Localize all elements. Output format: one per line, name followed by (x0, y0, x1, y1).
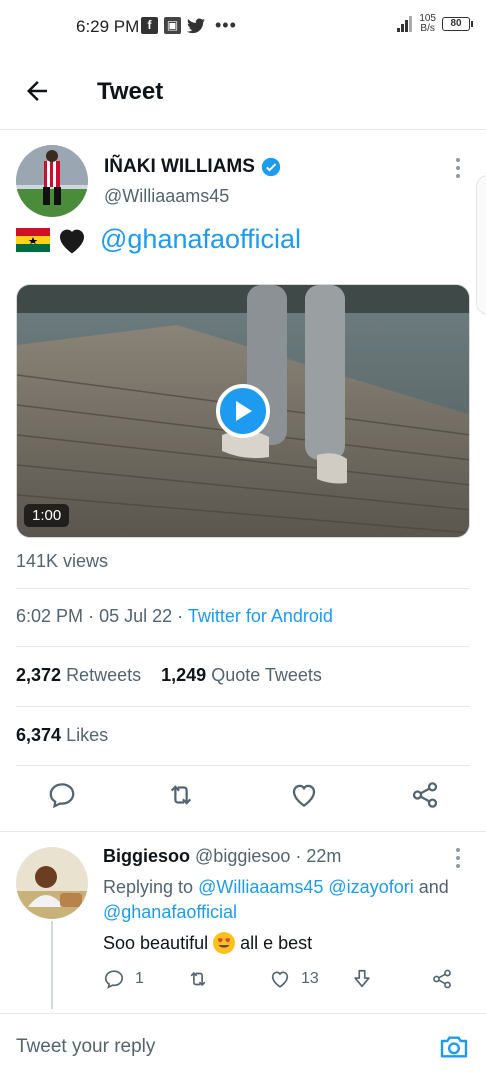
reply-like-action[interactable]: 13 (269, 968, 319, 990)
video-duration-badge: 1:00 (24, 504, 70, 527)
mention-link[interactable]: @ghanafaofficial (100, 224, 301, 255)
notification-icons: f ▣ ••• (141, 15, 237, 35)
signal-icon (397, 16, 413, 32)
retweet-icon[interactable] (166, 780, 196, 810)
reply-more-options-icon[interactable] (452, 846, 464, 870)
like-heart-icon[interactable] (289, 780, 319, 810)
reply-input[interactable]: Tweet your reply (16, 1036, 155, 1058)
client-link[interactable]: Twitter for Android (188, 606, 333, 626)
replying-to-mention[interactable]: @izayofori (328, 877, 413, 897)
meta-separator: · (177, 606, 188, 626)
reply-author-handle[interactable]: @biggiesoo (195, 846, 290, 866)
reply-composer: Tweet your reply (0, 1013, 486, 1080)
reply-reply-count: 1 (135, 970, 144, 987)
reply-header: Biggiesoo @biggiesoo · 22m (103, 846, 341, 867)
reply-share-action[interactable] (431, 968, 453, 990)
author-name-line: IÑAKI WILLIAMS (104, 156, 281, 178)
tweet-text: @ghanafaofficial (16, 224, 301, 255)
black-heart-emoji-icon (60, 229, 84, 253)
reply-like-count: 13 (301, 970, 319, 987)
replying-to-mention[interactable]: @Williaaams45 (198, 877, 323, 897)
reply-author-name[interactable]: Biggiesoo (103, 846, 190, 866)
flipboard-icon: ▣ (164, 17, 181, 34)
divider (16, 588, 470, 589)
edge-panel-handle[interactable] (476, 175, 486, 315)
downvote-arrow-icon (354, 969, 370, 988)
tweet-action-bar (0, 780, 486, 820)
camera-icon[interactable] (438, 1031, 470, 1063)
reply-icon[interactable] (47, 780, 77, 810)
back-arrow-icon[interactable] (22, 76, 52, 106)
reply-reply-action[interactable]: 1 (103, 968, 144, 990)
like-heart-icon (271, 971, 289, 988)
heart-eyes-emoji-icon (213, 932, 236, 954)
status-bar: 6:29 PM f ▣ ••• 105 B/s 80 (0, 0, 486, 56)
share-icon (433, 969, 451, 989)
system-indicators: 105 B/s 80 (397, 14, 473, 34)
likes-stat[interactable]: 6,374 Likes (16, 725, 108, 746)
network-speed: 105 B/s (419, 14, 436, 34)
facebook-icon: f (141, 17, 158, 34)
battery-icon: 80 (442, 17, 473, 31)
share-icon[interactable] (410, 780, 440, 810)
verified-badge-icon (261, 157, 281, 177)
quotes-stat[interactable]: 1,249 Quote Tweets (161, 665, 322, 685)
top-app-bar: Tweet (0, 56, 486, 130)
reply-author-avatar[interactable] (16, 847, 88, 919)
reply-text: Soo beautiful all e best (103, 931, 312, 955)
author-handle[interactable]: @Williaaams45 (104, 186, 229, 207)
twitter-bird-icon (187, 18, 205, 33)
retweets-stat[interactable]: 2,372 Retweets (16, 665, 141, 685)
tweet-timestamp-line: 6:02 PM · 05 Jul 22 · Twitter for Androi… (16, 606, 333, 627)
more-options-icon[interactable] (452, 156, 464, 180)
likes-count: 6,374 (16, 725, 62, 745)
divider (16, 765, 470, 766)
author-name[interactable]: IÑAKI WILLIAMS (104, 156, 255, 178)
replying-to-and: and (418, 877, 449, 897)
more-notifications-icon: ••• (215, 15, 237, 35)
network-speed-unit: B/s (420, 23, 435, 34)
reply-action-bar: 1 13 (103, 968, 473, 996)
tweet-time: 6:02 PM (16, 606, 84, 626)
play-icon (236, 401, 252, 421)
retweets-count: 2,372 (16, 665, 62, 685)
retweet-quote-stats: 2,372 Retweets 1,249 Quote Tweets (16, 665, 322, 686)
reply-text-part: Soo beautiful (103, 932, 209, 953)
page-title: Tweet (97, 78, 164, 105)
status-time: 6:29 PM (76, 17, 140, 36)
reply-age: 22m (306, 846, 342, 866)
divider (16, 646, 470, 647)
retweets-label: Retweets (66, 665, 142, 685)
tweet-date: 05 Jul 22 (99, 606, 173, 626)
thread-line (51, 921, 53, 1009)
replying-to-mention[interactable]: @ghanafaofficial (103, 902, 237, 922)
reply-text-part: all e best (240, 932, 313, 953)
quotes-count: 1,249 (161, 665, 207, 685)
view-count: 141K views (16, 551, 109, 571)
reply-vote-action[interactable] (351, 968, 373, 990)
author-avatar[interactable] (16, 145, 88, 217)
quotes-label: Quote Tweets (211, 665, 322, 685)
reply-icon (104, 970, 124, 989)
divider (0, 831, 486, 832)
replying-to-line: Replying to @Williaaams45 @izayofori and… (103, 875, 463, 925)
retweet-icon (190, 971, 206, 987)
meta-separator: · (88, 606, 100, 626)
likes-label: Likes (66, 725, 109, 745)
replying-to-prefix: Replying to (103, 877, 194, 897)
play-button[interactable] (216, 384, 270, 438)
meta-separator: · (295, 846, 302, 866)
reply-retweet-action[interactable] (187, 968, 209, 990)
ghana-flag-emoji-icon (16, 227, 50, 252)
divider (16, 706, 470, 707)
